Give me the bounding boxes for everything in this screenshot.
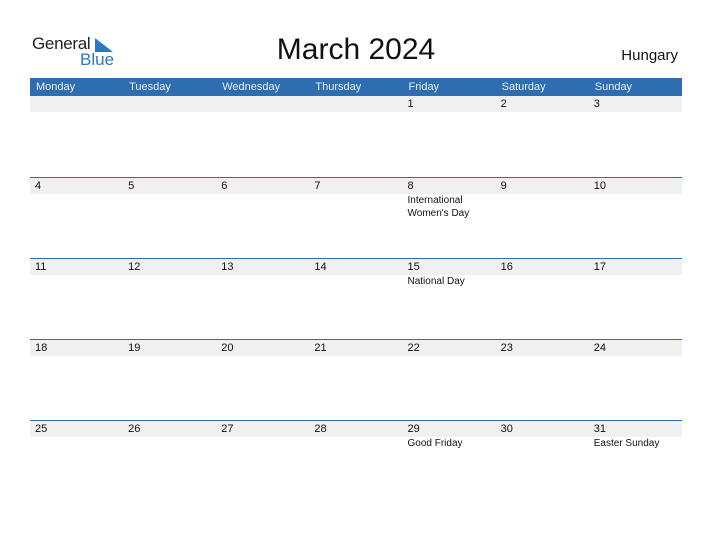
- day-number: 18: [35, 342, 48, 354]
- holiday-label: [30, 194, 123, 220]
- weekday-thursday: Thursday: [315, 81, 362, 93]
- day-number: 27: [221, 423, 234, 435]
- holiday-label: [30, 437, 123, 450]
- weekday-sunday: Sunday: [594, 81, 633, 93]
- holiday-label: [589, 275, 682, 288]
- day-number: 9: [500, 180, 507, 192]
- country-label: Hungary: [621, 47, 678, 64]
- date-band: 18 19 20 21 22 23 24: [30, 340, 682, 356]
- week-row: 1 2 3: [30, 96, 682, 177]
- holiday-label: [309, 437, 402, 450]
- weekday-tuesday: Tuesday: [129, 81, 171, 93]
- day-number: 21: [314, 342, 327, 354]
- day-number: [309, 96, 402, 112]
- day-number: 22: [407, 342, 420, 354]
- date-band: 11 12 13 14 15 16 17: [30, 259, 682, 275]
- day-number: 19: [128, 342, 141, 354]
- holiday-label: [216, 437, 309, 450]
- week-row: 4 5 6 7 8 9 10 International Women's Day: [30, 177, 682, 258]
- holiday-label: [309, 194, 402, 220]
- holiday-label: [123, 194, 216, 220]
- day-number: [30, 96, 123, 112]
- holiday-label: [30, 275, 123, 288]
- day-number: 1: [407, 98, 414, 110]
- weekday-monday: Monday: [36, 81, 76, 93]
- holiday-label: [496, 194, 589, 220]
- page-title: March 2024: [276, 33, 436, 66]
- day-number: 4: [35, 180, 42, 192]
- day-number: 20: [221, 342, 234, 354]
- day-number: 12: [128, 261, 141, 273]
- holiday-label: [216, 194, 309, 220]
- holiday-label: [123, 437, 216, 450]
- day-number: 29: [407, 423, 420, 435]
- date-band: 1 2 3: [30, 96, 682, 112]
- weeks-container: 1 2 3 4 5 6 7 8 9 10 International Women's Day 11 12…: [30, 96, 682, 501]
- holiday-label: [216, 275, 309, 288]
- holiday-label: [496, 275, 589, 288]
- day-number: 3: [593, 98, 600, 110]
- day-number: 8: [407, 180, 414, 192]
- holiday-label: Easter Sunday: [593, 438, 660, 449]
- day-number: 5: [128, 180, 135, 192]
- date-band: 25 26 27 28 29 30 31: [30, 421, 682, 437]
- day-number: 7: [314, 180, 321, 192]
- holiday-label: [496, 437, 589, 450]
- week-row: 25 26 27 28 29 30 31 Good Friday Easter Sunday: [30, 420, 682, 501]
- day-number: [123, 96, 216, 112]
- day-number: 2: [500, 98, 507, 110]
- weekday-friday: Friday: [408, 81, 440, 93]
- holiday-label: [589, 194, 682, 220]
- day-number: 11: [35, 261, 47, 273]
- day-number: 28: [314, 423, 327, 435]
- day-number: 16: [500, 261, 513, 273]
- day-number: 24: [593, 342, 606, 354]
- day-number: [216, 96, 309, 112]
- week-row: 18 19 20 21 22 23 24: [30, 339, 682, 420]
- holiday-label: [309, 275, 402, 288]
- events-row: Good Friday Easter Sunday: [30, 437, 682, 450]
- day-number: 31: [593, 423, 606, 435]
- date-band: 4 5 6 7 8 9 10: [30, 178, 682, 194]
- holiday-label: National Day: [407, 276, 465, 287]
- day-number: 13: [221, 261, 234, 273]
- day-number: 23: [500, 342, 513, 354]
- holiday-label: [123, 275, 216, 288]
- day-number: 25: [35, 423, 48, 435]
- day-number: 10: [593, 180, 606, 192]
- holiday-label: Good Friday: [407, 438, 463, 449]
- day-number: 15: [407, 261, 420, 273]
- calendar-grid: Monday Tuesday Wednesday Thursday Friday…: [30, 78, 682, 501]
- weekday-saturday: Saturday: [501, 81, 546, 93]
- day-number: 30: [500, 423, 513, 435]
- day-number: 14: [314, 261, 327, 273]
- day-number: 17: [593, 261, 606, 273]
- day-number: 26: [128, 423, 141, 435]
- events-row: National Day: [30, 275, 682, 288]
- events-row: International Women's Day: [30, 194, 682, 220]
- day-number: 6: [221, 180, 228, 192]
- weekday-header: Monday Tuesday Wednesday Thursday Friday…: [30, 78, 682, 96]
- holiday-label: International Women's Day: [407, 195, 470, 219]
- week-row: 11 12 13 14 15 16 17 National Day: [30, 258, 682, 339]
- weekday-wednesday: Wednesday: [222, 81, 281, 93]
